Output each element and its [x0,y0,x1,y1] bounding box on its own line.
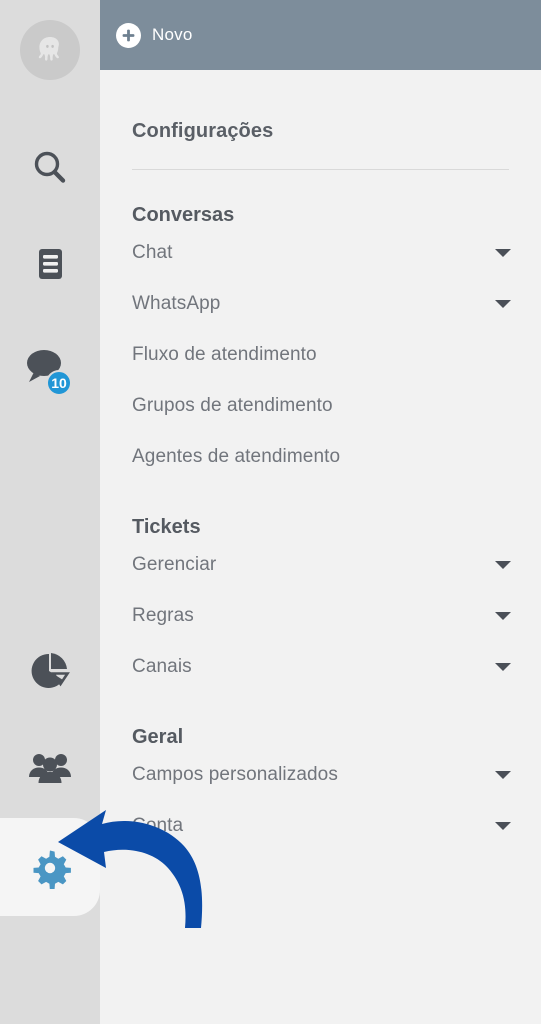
menu-item-label: Regras [132,604,194,626]
section-heading: Conversas [132,204,235,226]
menu-item-whatsapp[interactable]: WhatsApp [132,278,513,329]
chat-icon-wrapper: 10 [22,346,78,396]
octopus-avatar-icon [38,37,59,61]
menu-item-label: Campos personalizados [132,763,338,785]
menu-item-gerenciar[interactable]: Gerenciar [132,539,513,590]
menu-item-label: Chat [132,241,173,263]
menu-item-chat[interactable]: Chat [132,227,513,278]
menu-item-label: WhatsApp [132,292,221,314]
new-button[interactable]: Novo [116,22,193,48]
sidebar-item-documents[interactable] [0,240,100,294]
menu-item-label: Fluxo de atendimento [132,343,317,365]
settings-panel: Configurações Conversas Chat WhatsApp Fl… [100,70,541,851]
chat-unread-badge: 10 [46,370,72,396]
document-icon [39,249,62,279]
menu-item-conta[interactable]: Conta [132,800,513,851]
chevron-down-icon[interactable] [495,611,511,620]
menu-item-campos-personalizados[interactable]: Campos personalizados [132,749,513,800]
menu-item-fluxo-de-atendimento[interactable]: Fluxo de atendimento [132,329,513,380]
gear-icon [33,850,71,889]
sidebar-item-search[interactable] [0,140,100,196]
pie-chart-icon [31,653,70,688]
menu-item-regras[interactable]: Regras [132,590,513,641]
search-icon [34,151,66,183]
title-divider [132,169,509,170]
section-heading: Tickets [132,516,201,538]
content-area: Novo Configurações Conversas Chat WhatsA… [100,0,541,1024]
chevron-down-icon[interactable] [495,770,511,779]
chevron-down-icon[interactable] [495,248,511,257]
chevron-down-icon[interactable] [495,299,511,308]
sidebar-item-settings[interactable] [0,840,100,896]
section-heading: Geral [132,726,184,748]
section-tickets: Tickets Gerenciar Regras Canais [100,516,541,692]
page-title: Configurações [132,120,274,142]
new-button-label: Novo [152,25,193,44]
menu-item-grupos-de-atendimento[interactable]: Grupos de atendimento [132,380,513,431]
menu-item-label: Gerenciar [132,553,217,575]
section-geral: Geral Campos personalizados Conta [100,726,541,851]
menu-item-label: Agentes de atendimento [132,445,341,467]
sidebar-item-contacts[interactable] [0,742,100,794]
chevron-down-icon[interactable] [495,662,511,671]
top-bar: Novo [100,0,541,70]
menu-item-label: Canais [132,655,192,677]
menu-item-agentes-de-atendimento[interactable]: Agentes de atendimento [132,431,513,482]
app-root: 10 Novo Configurações Conversas Chat Wha… [0,0,541,1024]
menu-item-label: Grupos de atendimento [132,394,333,416]
chevron-down-icon[interactable] [495,821,511,830]
chevron-down-icon[interactable] [495,560,511,569]
menu-item-canais[interactable]: Canais [132,641,513,692]
sidebar-item-reports[interactable] [0,645,100,699]
users-icon [29,754,71,783]
plus-circle-icon [116,22,141,48]
avatar-circle [20,20,80,80]
menu-item-label: Conta [132,814,184,836]
sidebar-item-chat[interactable]: 10 [0,340,100,400]
left-rail: 10 [0,0,100,1024]
section-conversas: Conversas Chat WhatsApp Fluxo de atendim… [100,204,541,482]
avatar[interactable] [0,18,100,82]
